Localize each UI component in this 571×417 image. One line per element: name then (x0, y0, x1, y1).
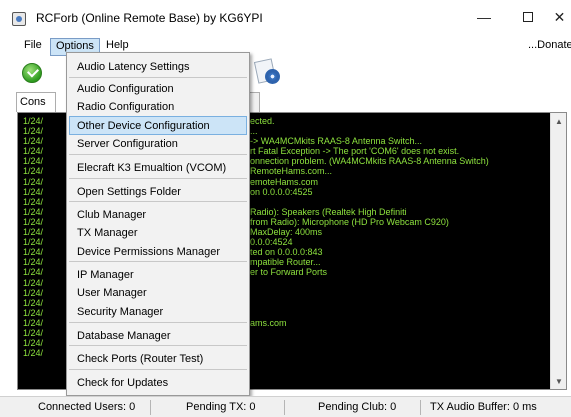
maximize-icon (523, 12, 533, 22)
gear-icon (265, 69, 280, 84)
menu-item-check-for-updates[interactable]: Check for Updates (77, 374, 168, 392)
console-message: Radio): Speakers (Realtek High Definiti (250, 206, 407, 217)
title-bar: RCForb (Online Remote Base) by KG6YPI — … (0, 0, 571, 34)
menu-item-audio-configuration[interactable]: Audio Configuration (77, 80, 174, 98)
menu-item-database-manager[interactable]: Database Manager (77, 327, 171, 345)
menu-separator (69, 201, 247, 202)
console-timestamp: 1/24/ (23, 156, 44, 167)
menu-item-open-settings-folder[interactable]: Open Settings Folder (77, 183, 181, 201)
menu-item-other-device-configuration[interactable]: Other Device Configuration (77, 117, 210, 135)
menu-separator (69, 178, 247, 179)
console-message: ted on 0.0.0.0:843 (250, 247, 323, 258)
console-timestamp: 1/24/ (23, 166, 44, 177)
menu-separator (69, 345, 247, 346)
console-message: MaxDelay: 400ms (250, 227, 323, 238)
menu-item-security-manager[interactable]: Security Manager (77, 303, 163, 321)
console-message: ... (250, 126, 258, 137)
console-timestamp: 1/24/ (23, 297, 44, 308)
console-timestamp: 1/24/ (23, 146, 44, 157)
console-message: -> WA4MCMkits RAAS-8 Antenna Switch... (250, 136, 422, 147)
menu-item-radio-configuration[interactable]: Radio Configuration (77, 98, 174, 116)
console-message: on 0.0.0.0:4525 (250, 186, 313, 197)
console-timestamp: 1/24/ (23, 196, 44, 207)
console-timestamp: 1/24/ (23, 307, 44, 318)
console-message: from Radio): Microphone (HD Pro Webcam C… (250, 216, 449, 227)
console-message: onnection problem. (WA4MCMkits RAAS-8 An… (250, 156, 489, 167)
menu-separator (69, 369, 247, 370)
console-message: RemoteHams.com... (250, 166, 333, 177)
console-message: 0.0.0:4524 (250, 237, 293, 248)
console-timestamp: 1/24/ (23, 257, 44, 268)
window-title: RCForb (Online Remote Base) by KG6YPI (36, 11, 263, 25)
console-timestamp: 1/24/ (23, 327, 44, 338)
scroll-up-icon[interactable]: ▲ (551, 113, 567, 129)
menu-separator (69, 77, 247, 78)
console-timestamp: 1/24/ (23, 317, 44, 328)
console-timestamp: 1/24/ (23, 116, 44, 126)
console-message: mpatible Router... (250, 257, 321, 268)
menu-item-ip-manager[interactable]: IP Manager (77, 266, 134, 284)
console-timestamp: 1/24/ (23, 277, 44, 288)
connect-check-icon[interactable] (22, 63, 42, 83)
menu-item-elecraft-k3-emualtion-vcom[interactable]: Elecraft K3 Emualtion (VCOM) (77, 159, 226, 177)
status-divider (420, 400, 421, 415)
menu-file[interactable]: File (20, 38, 46, 55)
console-message: ected. (250, 116, 275, 126)
menu-item-audio-latency-settings[interactable]: Audio Latency Settings (77, 58, 190, 76)
console-scrollbar[interactable]: ▲ ▼ (550, 113, 566, 389)
menu-separator (69, 261, 247, 262)
console-timestamp: 1/24/ (23, 136, 44, 147)
console-timestamp: 1/24/ (23, 348, 44, 359)
pending-club-status: Pending Club: 0 (318, 401, 397, 413)
console-message: er to Forward Ports (250, 267, 328, 278)
tab-console[interactable]: Cons (16, 92, 56, 112)
menu-item-user-manager[interactable]: User Manager (77, 284, 147, 302)
console-timestamp: 1/24/ (23, 176, 44, 187)
status-bar: Connected Users: 0 Pending TX: 0 Pending… (0, 396, 571, 417)
pending-tx-status: Pending TX: 0 (186, 401, 256, 413)
menu-item-tx-manager[interactable]: TX Manager (77, 224, 138, 242)
console-timestamp: 1/24/ (23, 338, 44, 349)
menu-item-device-permissions-manager[interactable]: Device Permissions Manager (77, 243, 220, 261)
settings-gear-icon[interactable] (253, 58, 282, 86)
status-divider (150, 400, 151, 415)
console-message: rt Fatal Exception -> The port 'COM6' do… (250, 146, 460, 157)
tx-audio-buffer-status: TX Audio Buffer: 0 ms (430, 401, 537, 413)
console-timestamp: 1/24/ (23, 227, 44, 238)
menu-separator (69, 154, 247, 155)
status-divider (284, 400, 285, 415)
menu-item-server-configuration[interactable]: Server Configuration (77, 135, 178, 153)
app-icon (12, 12, 26, 26)
menu-item-club-manager[interactable]: Club Manager (77, 206, 146, 224)
options-dropdown-menu: Audio Latency Settings Audio Configuratio… (66, 52, 250, 396)
console-timestamp: 1/24/ (23, 287, 44, 298)
console-timestamp: 1/24/ (23, 267, 44, 278)
menu-separator (69, 322, 247, 323)
console-timestamp: 1/24/ (23, 216, 44, 227)
scroll-down-icon[interactable]: ▼ (551, 373, 567, 389)
menu-donate[interactable]: ...Donate (524, 38, 571, 55)
connected-users-status: Connected Users: 0 (38, 401, 136, 413)
console-message: emoteHams.com (250, 176, 319, 187)
maximize-button[interactable] (508, 4, 548, 30)
console-timestamp: 1/24/ (23, 247, 44, 258)
console-timestamp: 1/24/ (23, 237, 44, 248)
console-timestamp: 1/24/ (23, 206, 44, 217)
close-button[interactable]: ✕ (548, 4, 571, 30)
minimize-button[interactable]: — (464, 4, 504, 30)
console-timestamp: 1/24/ (23, 126, 44, 137)
console-timestamp: 1/24/ (23, 186, 44, 197)
console-message: ams.com (250, 317, 287, 328)
menu-item-check-ports-router-test[interactable]: Check Ports (Router Test) (77, 350, 203, 368)
